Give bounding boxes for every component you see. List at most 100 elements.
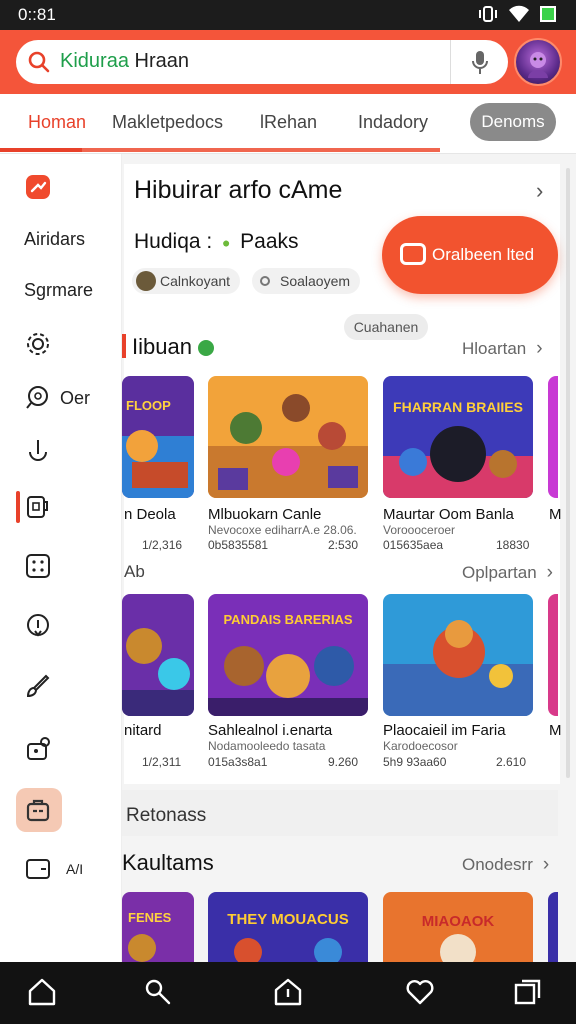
page-title: Hibuirar arfo cAme — [134, 176, 343, 204]
search-input[interactable]: Kiduraa Hraan — [60, 50, 189, 73]
game-title[interactable]: M — [549, 506, 562, 523]
status-bar: 0::81 — [0, 0, 576, 30]
game-subtitle: Voroooceroer — [383, 523, 456, 537]
creator-avatar-icon — [136, 271, 156, 291]
game-title[interactable]: n Deola — [124, 506, 176, 523]
section3-title: Kaultams — [122, 850, 214, 875]
microphone-icon — [472, 51, 488, 74]
sidebar-item-airidars[interactable]: Airidars — [24, 229, 85, 250]
sidebar-item-oer[interactable]: Oer — [24, 384, 90, 412]
sidebar-item-location[interactable] — [24, 612, 52, 640]
avatar-character-icon — [528, 52, 548, 78]
alert-house-icon[interactable] — [272, 976, 304, 1008]
search-bar[interactable]: Kiduraa Hraan — [16, 40, 508, 84]
chevron-right-icon: › — [536, 338, 543, 359]
creator-chip[interactable]: Calnkoyant — [132, 268, 241, 294]
game-thumbnail[interactable]: PANDAIS BARERIAS — [208, 594, 368, 716]
wallet-icon — [26, 859, 50, 879]
top-bar: Kiduraa Hraan — [0, 30, 576, 94]
game-art-image — [548, 376, 558, 498]
subtitle-tag: Paaks — [240, 230, 299, 253]
tab-denoms[interactable]: Denoms — [470, 103, 556, 141]
game-meta-left: 1/2,316 — [142, 538, 183, 552]
game-thumbnail[interactable]: FLOOP — [122, 376, 194, 498]
game-meta-right: 2:530 — [328, 538, 359, 552]
game-title[interactable]: Sahlealnol i.enarta — [208, 722, 332, 739]
floating-chip[interactable]: Cuahanen — [344, 314, 428, 340]
game-thumbnail[interactable]: FENES — [122, 892, 194, 962]
game-title[interactable]: Mlbuokarn Canle — [208, 506, 321, 523]
sidebar-item-tag[interactable] — [24, 173, 52, 201]
game-thumbnail[interactable] — [208, 376, 368, 498]
game-thumbnail[interactable]: FHARRAN BRAIIES — [383, 376, 533, 498]
brush-icon — [26, 674, 50, 698]
cta-label: Oralbeen lted — [432, 245, 535, 264]
game-art-image: FENES — [122, 892, 194, 962]
tab-progress-line — [82, 148, 440, 152]
info-icon — [29, 440, 47, 461]
tab-home[interactable]: Homan — [28, 112, 86, 133]
sidebar-item-label: A/I — [66, 861, 84, 877]
game-title[interactable]: Maurtar Oom Banla — [383, 506, 514, 523]
sidebar — [0, 154, 122, 962]
bottom-navigation — [0, 962, 576, 1024]
search-nav-icon[interactable] — [142, 976, 174, 1008]
tab-indadory[interactable]: Indadory — [358, 112, 428, 133]
game-meta-left: 1/2,311 — [142, 755, 182, 769]
game-art-image — [122, 594, 194, 716]
chevron-right-icon: › — [542, 854, 550, 875]
section2-more-link[interactable]: Oplpartan › — [462, 562, 553, 584]
game-art-image: MIAOAOK — [383, 892, 533, 962]
section3-more-link[interactable]: Onodesrr › — [462, 854, 549, 876]
game-thumbnail[interactable] — [548, 376, 558, 498]
thumb-text: PANDAIS BARERIAS — [223, 612, 352, 627]
game-thumbnail[interactable]: MIAOAOK — [383, 892, 533, 962]
status-chip-label: Soalaoyem — [280, 273, 351, 289]
game-meta-left: 5h9 93aa60 — [383, 755, 447, 769]
online-dot-icon: ● — [218, 234, 235, 251]
home-icon[interactable] — [26, 976, 58, 1008]
sidebar-item-info[interactable] — [24, 438, 52, 466]
game-meta-right: 18830 — [496, 538, 530, 552]
game-thumbnail[interactable] — [122, 594, 194, 716]
game-thumbnail[interactable] — [548, 594, 558, 716]
avatar[interactable] — [514, 38, 562, 86]
sidebar-item-brush[interactable] — [24, 672, 52, 700]
sidebar-item-sgrmare[interactable]: Sgrmare — [24, 280, 93, 301]
thumb-text: THEY MOUACUS — [227, 911, 348, 928]
game-title[interactable]: nitard — [124, 722, 162, 739]
game-subtitle: Nodamooleedo tasata — [208, 739, 326, 753]
section1-title-text: Iibuan — [132, 334, 192, 359]
search-value-rest: Hraan — [128, 50, 189, 72]
grid-icon — [26, 554, 50, 578]
chevron-right-icon[interactable]: › — [536, 178, 543, 204]
vibrate-icon — [479, 6, 497, 22]
sidebar-item-grid[interactable] — [24, 552, 52, 580]
status-chip[interactable]: Soalaoyem — [252, 268, 361, 294]
recent-apps-icon[interactable] — [512, 976, 544, 1008]
band-label: Retonass — [126, 805, 207, 826]
game-title[interactable]: Plaocaieil im Faria — [383, 722, 506, 739]
tab-marketplace[interactable]: Makletpedocs — [112, 112, 223, 133]
heart-icon[interactable] — [404, 976, 436, 1008]
status-time: 0::81 — [18, 5, 56, 24]
verified-icon — [198, 340, 215, 357]
sidebar-item-lock[interactable] — [24, 734, 52, 762]
game-title[interactable]: M — [549, 722, 562, 739]
tab-rehan[interactable]: lRehan — [260, 112, 317, 133]
scrollbar[interactable] — [566, 168, 570, 778]
game-thumbnail[interactable]: THEY MOUACUS — [208, 892, 368, 962]
section3-more-label: Onodesrr — [462, 855, 533, 874]
sidebar-active-indicator — [16, 491, 20, 523]
wifi-icon — [509, 5, 529, 22]
sidebar-item-wallet[interactable]: A/I — [24, 855, 83, 883]
subtitle-text: Hudiqa : — [134, 230, 213, 253]
section1-more-link[interactable]: Hloartan › — [462, 338, 543, 360]
game-thumbnail[interactable] — [548, 892, 558, 962]
sidebar-item-cup[interactable] — [24, 493, 52, 521]
sidebar-item-briefcase[interactable] — [24, 796, 52, 824]
game-thumbnail[interactable] — [383, 594, 533, 716]
game-art-image — [548, 594, 558, 716]
sidebar-item-settings[interactable] — [24, 330, 52, 358]
voice-search-button[interactable] — [450, 40, 508, 84]
